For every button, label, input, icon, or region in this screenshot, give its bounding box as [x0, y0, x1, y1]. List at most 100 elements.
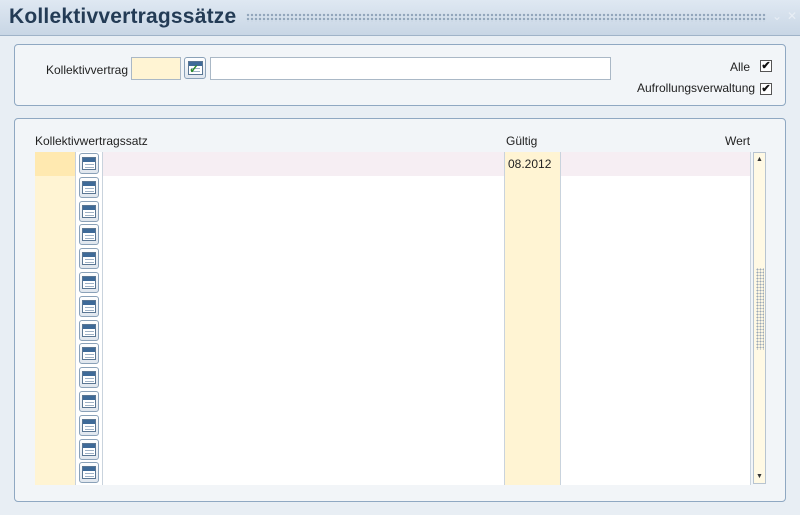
- row-satz-cell[interactable]: [103, 271, 505, 295]
- scroll-up-icon[interactable]: ▲: [754, 154, 765, 165]
- alle-checkbox[interactable]: ✔: [760, 60, 772, 72]
- row-satz-cell[interactable]: [103, 223, 505, 247]
- row-wert-cell[interactable]: [561, 414, 751, 438]
- table-row[interactable]: [35, 295, 751, 319]
- kollektivvertrag-lov-button[interactable]: ✓: [184, 57, 206, 79]
- row-wert-cell[interactable]: [561, 438, 751, 462]
- row-lov-button[interactable]: [79, 391, 99, 412]
- row-gueltig-cell[interactable]: [505, 414, 561, 438]
- row-wert-cell[interactable]: [561, 295, 751, 319]
- calendar-list-icon: [82, 347, 96, 360]
- row-wert-cell[interactable]: [561, 461, 751, 485]
- row-lov-button[interactable]: [79, 153, 99, 174]
- row-gueltig-cell[interactable]: [505, 390, 561, 414]
- row-wert-cell[interactable]: [561, 176, 751, 200]
- table-row[interactable]: [35, 271, 751, 295]
- row-lov-button[interactable]: [79, 320, 99, 341]
- row-satz-cell[interactable]: [103, 152, 505, 176]
- row-satz-cell[interactable]: [103, 366, 505, 390]
- row-gueltig-cell[interactable]: [505, 200, 561, 224]
- row-code-cell[interactable]: [35, 295, 76, 319]
- row-wert-cell[interactable]: [561, 366, 751, 390]
- row-satz-cell[interactable]: [103, 414, 505, 438]
- row-code-cell[interactable]: [35, 152, 76, 176]
- row-wert-cell[interactable]: [561, 319, 751, 343]
- row-satz-cell[interactable]: [103, 295, 505, 319]
- table-row[interactable]: [35, 342, 751, 366]
- row-wert-cell[interactable]: [561, 200, 751, 224]
- row-wert-cell[interactable]: [561, 271, 751, 295]
- row-satz-cell[interactable]: [103, 390, 505, 414]
- row-satz-cell[interactable]: [103, 247, 505, 271]
- row-code-cell[interactable]: [35, 461, 76, 485]
- row-gueltig-cell[interactable]: [505, 461, 561, 485]
- row-lov-cell: [76, 176, 103, 200]
- row-satz-cell[interactable]: [103, 176, 505, 200]
- row-gueltig-cell[interactable]: [505, 342, 561, 366]
- table-row[interactable]: [35, 200, 751, 224]
- row-lov-button[interactable]: [79, 224, 99, 245]
- kollektivvertrag-code-input[interactable]: [131, 57, 181, 80]
- calendar-list-icon: [82, 324, 96, 337]
- close-icon[interactable]: ✕: [785, 9, 799, 23]
- row-gueltig-cell[interactable]: [505, 247, 561, 271]
- row-code-cell[interactable]: [35, 438, 76, 462]
- row-satz-cell[interactable]: [103, 342, 505, 366]
- row-code-cell[interactable]: [35, 176, 76, 200]
- table-row[interactable]: 08.2012: [35, 152, 751, 176]
- table-row[interactable]: [35, 390, 751, 414]
- table-row[interactable]: [35, 319, 751, 343]
- table-row[interactable]: [35, 247, 751, 271]
- row-code-cell[interactable]: [35, 247, 76, 271]
- row-satz-cell[interactable]: [103, 438, 505, 462]
- column-header-gueltig: Gültig: [506, 134, 538, 148]
- row-lov-button[interactable]: [79, 462, 99, 483]
- table-scrollbar[interactable]: ▲ ▼: [753, 152, 766, 484]
- row-code-cell[interactable]: [35, 319, 76, 343]
- row-gueltig-cell[interactable]: [505, 176, 561, 200]
- row-lov-button[interactable]: [79, 367, 99, 388]
- row-gueltig-cell[interactable]: [505, 438, 561, 462]
- table-row[interactable]: [35, 414, 751, 438]
- row-lov-button[interactable]: [79, 343, 99, 364]
- row-gueltig-cell[interactable]: [505, 366, 561, 390]
- table-row[interactable]: [35, 438, 751, 462]
- row-gueltig-cell[interactable]: [505, 319, 561, 343]
- minimize-icon[interactable]: ⌄: [770, 9, 784, 23]
- row-wert-cell[interactable]: [561, 223, 751, 247]
- row-code-cell[interactable]: [35, 200, 76, 224]
- aufrollungsverwaltung-checkbox[interactable]: ✔: [760, 83, 772, 95]
- row-lov-button[interactable]: [79, 177, 99, 198]
- row-wert-cell[interactable]: [561, 152, 751, 176]
- row-wert-cell[interactable]: [561, 342, 751, 366]
- row-gueltig-cell[interactable]: [505, 271, 561, 295]
- row-gueltig-cell[interactable]: [505, 223, 561, 247]
- scroll-down-icon[interactable]: ▼: [754, 471, 765, 482]
- row-wert-cell[interactable]: [561, 247, 751, 271]
- table-row[interactable]: [35, 223, 751, 247]
- row-lov-button[interactable]: [79, 415, 99, 436]
- row-code-cell[interactable]: [35, 342, 76, 366]
- table-row[interactable]: [35, 461, 751, 485]
- row-code-cell[interactable]: [35, 223, 76, 247]
- row-lov-button[interactable]: [79, 272, 99, 293]
- row-wert-cell[interactable]: [561, 390, 751, 414]
- table-row[interactable]: [35, 366, 751, 390]
- row-gueltig-cell[interactable]: 08.2012: [505, 152, 561, 176]
- row-code-cell[interactable]: [35, 271, 76, 295]
- kollektivvertrag-description-input[interactable]: [210, 57, 611, 80]
- row-gueltig-cell[interactable]: [505, 295, 561, 319]
- scroll-thumb[interactable]: [756, 268, 764, 350]
- row-satz-cell[interactable]: [103, 461, 505, 485]
- row-lov-button[interactable]: [79, 248, 99, 269]
- row-code-cell[interactable]: [35, 390, 76, 414]
- row-lov-button[interactable]: [79, 296, 99, 317]
- table-row[interactable]: [35, 176, 751, 200]
- row-lov-button[interactable]: [79, 201, 99, 222]
- row-lov-button[interactable]: [79, 439, 99, 460]
- kollektivvertrag-label: Kollektivvertrag: [46, 63, 129, 77]
- row-code-cell[interactable]: [35, 366, 76, 390]
- row-satz-cell[interactable]: [103, 200, 505, 224]
- row-satz-cell[interactable]: [103, 319, 505, 343]
- row-code-cell[interactable]: [35, 414, 76, 438]
